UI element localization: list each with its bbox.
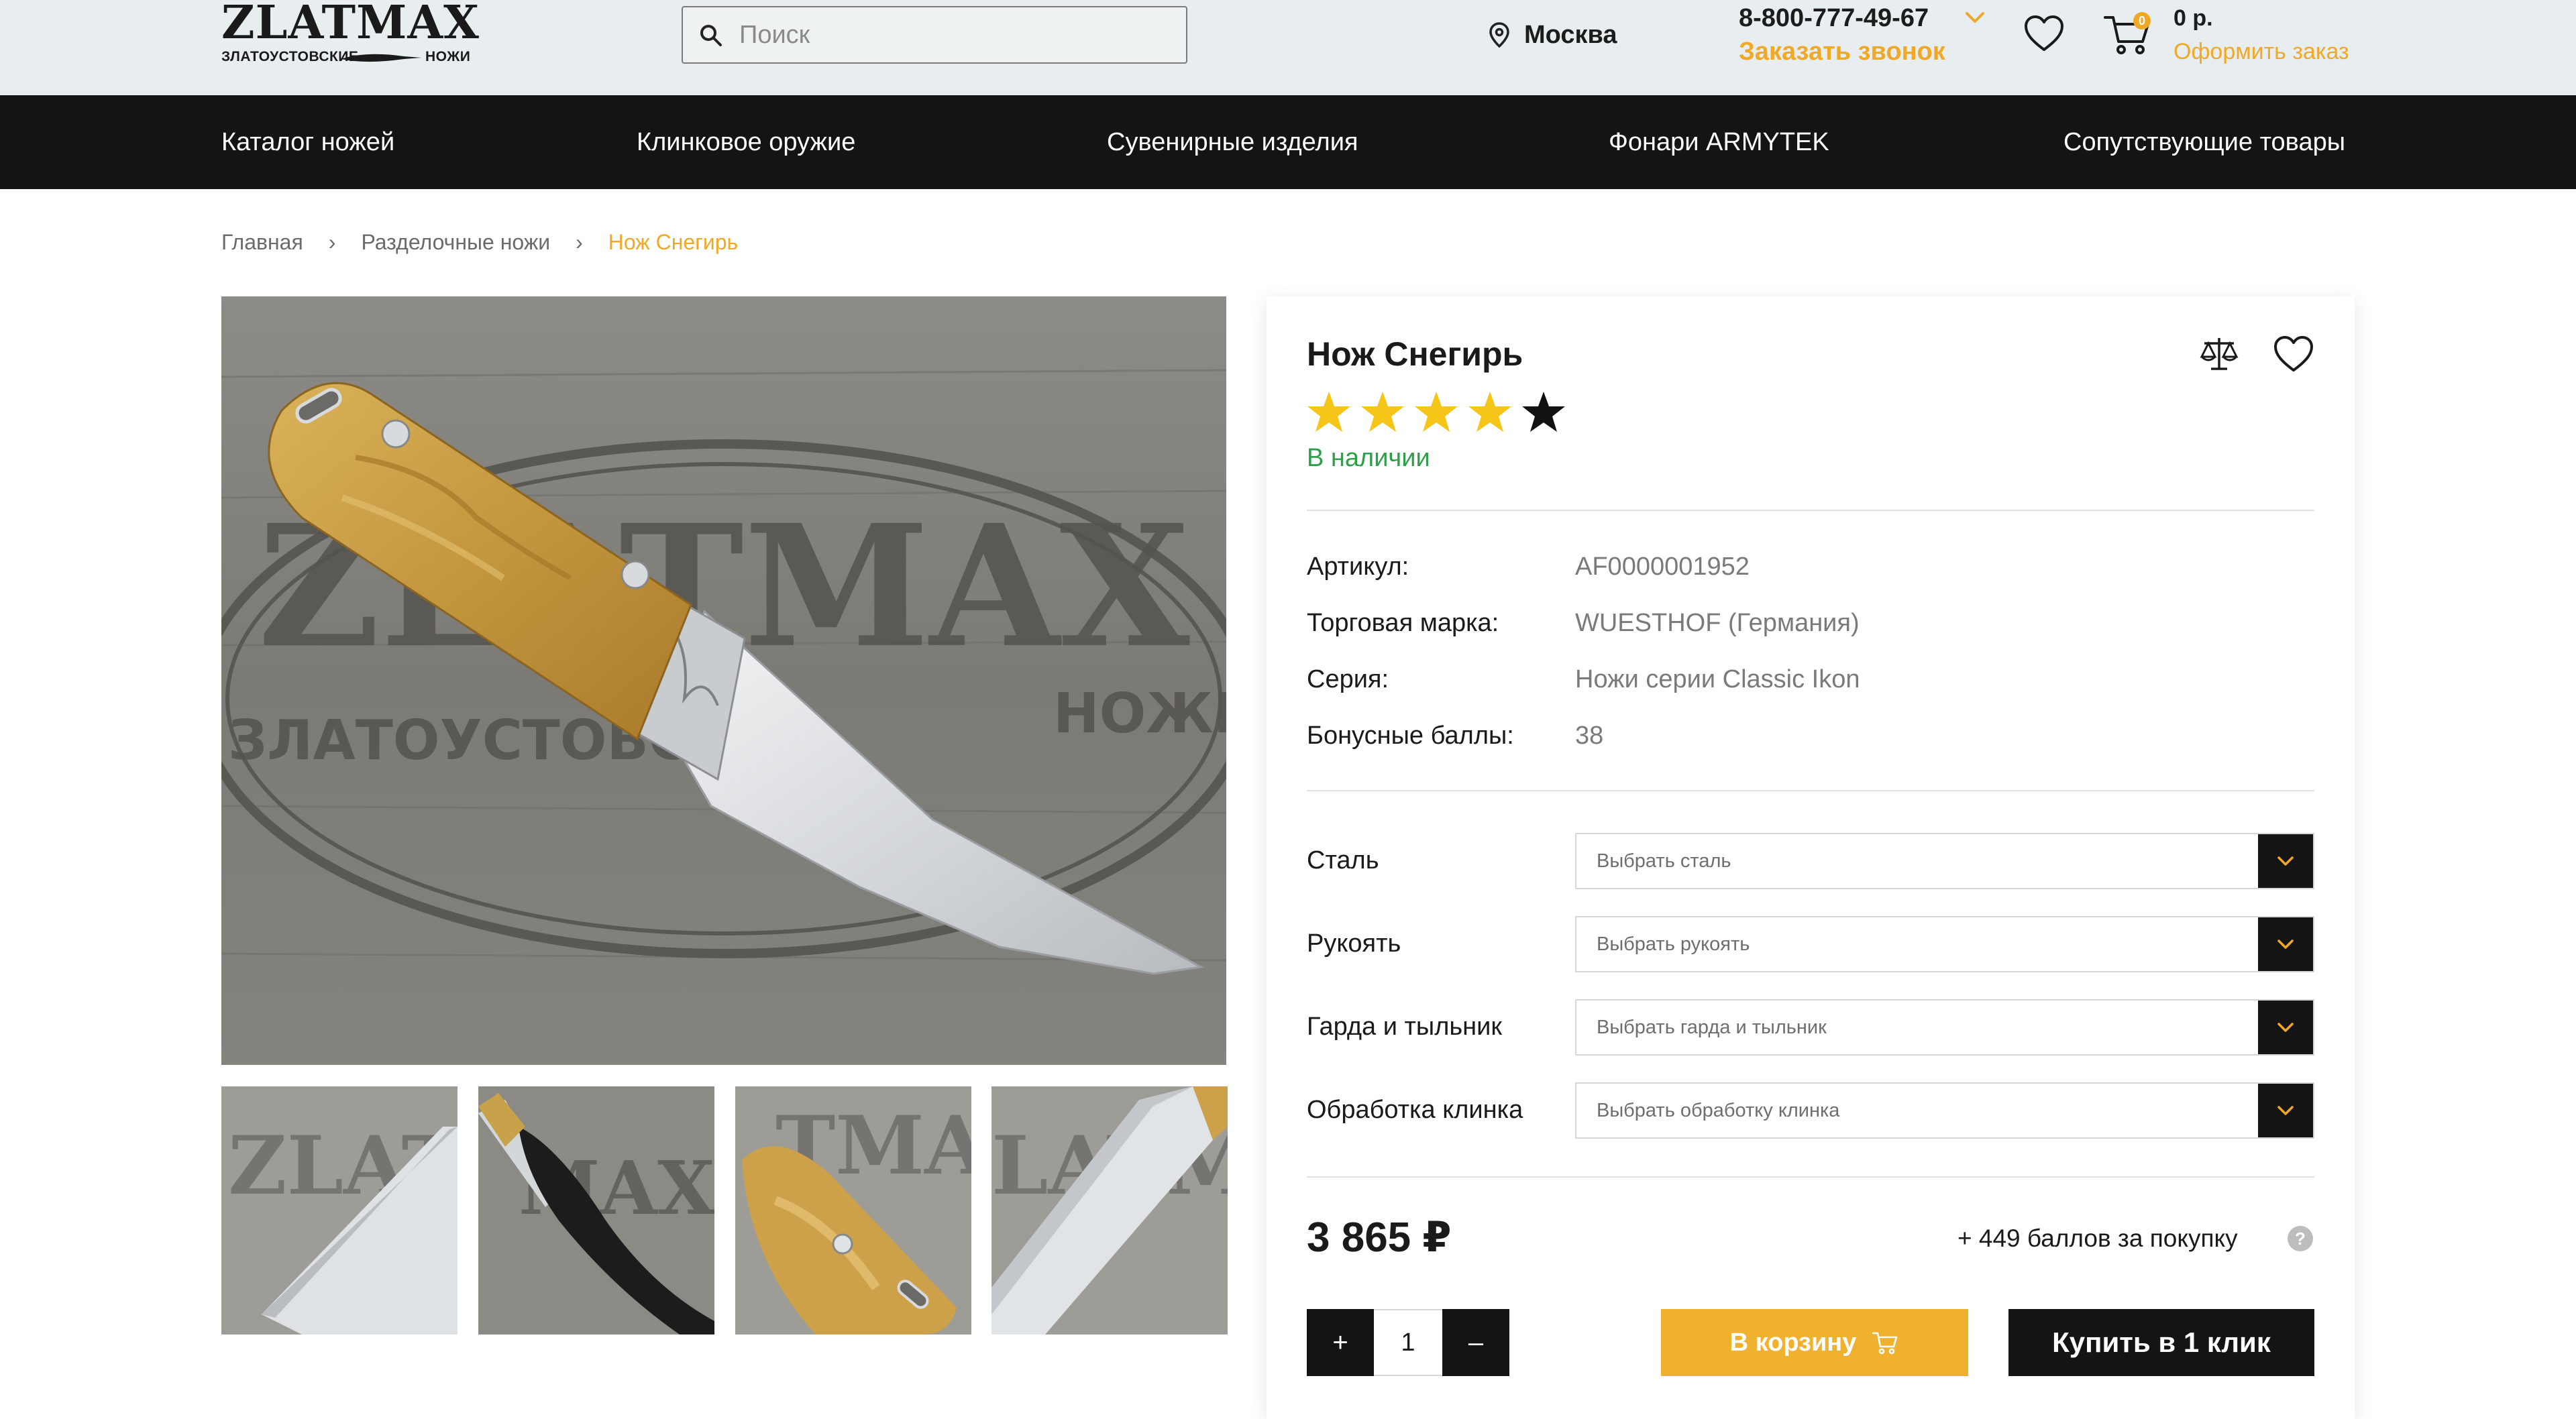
gallery-thumbnail-4[interactable]: LATM bbox=[991, 1086, 1228, 1335]
nav-item-bladed-weapons[interactable]: Клинковое оружие bbox=[637, 95, 855, 189]
gallery-thumbnail-3[interactable]: TMA bbox=[735, 1086, 971, 1335]
product-title: Нож Снегирь bbox=[1307, 335, 1523, 373]
chevron-down-icon bbox=[2277, 1023, 2294, 1032]
handle-select[interactable]: Выбрать рукоять bbox=[1575, 916, 2314, 972]
breadcrumb-current: Нож Снегирь bbox=[608, 229, 739, 254]
spec-value-sku: AF0000001952 bbox=[1575, 553, 1750, 581]
cart-count-badge: 0 bbox=[2133, 12, 2151, 30]
spec-value-brand[interactable]: WUESTHOF (Германия) bbox=[1575, 606, 1860, 640]
spec-label-sku: Артикул: bbox=[1307, 553, 1409, 581]
logo-subtitle-right: НОЖИ bbox=[425, 49, 471, 64]
spec-label-series: Серия: bbox=[1307, 665, 1389, 693]
product-main-image[interactable]: ZLATMAX ЗЛАТОУСТОВСКИЕ НОЖИ bbox=[221, 296, 1226, 1065]
quantity-input[interactable] bbox=[1374, 1309, 1442, 1376]
quantity-stepper: + – bbox=[1307, 1309, 1509, 1376]
handle-closeup-thumbnail: TMA bbox=[735, 1086, 971, 1335]
handle-select-placeholder: Выбрать рукоять bbox=[1597, 933, 1750, 955]
option-label-blade-finish: Обработка клинка bbox=[1307, 1096, 1523, 1124]
phone-number[interactable]: 8-800-777-49-67 bbox=[1739, 1, 1929, 35]
logo-subtitle-left: ЗЛАТОУСТОВСКИЕ bbox=[221, 49, 359, 64]
breadcrumb-separator: › bbox=[576, 229, 583, 254]
spec-label-bonus: Бонусные баллы: bbox=[1307, 722, 1514, 750]
star-filled-icon bbox=[1361, 392, 1404, 432]
city-selector[interactable]: Москва bbox=[1488, 15, 1617, 55]
guard-select-toggle[interactable] bbox=[2258, 1001, 2313, 1054]
option-label-guard: Гарда и тыльник bbox=[1307, 1013, 1503, 1041]
divider bbox=[1307, 790, 2314, 791]
main-navigation: Каталог ножей Клинковое оружие Сувенирны… bbox=[0, 95, 2576, 189]
steel-select-placeholder: Выбрать сталь bbox=[1597, 850, 1731, 872]
breadcrumb: Главная › Разделочные ножи › Нож Снегирь bbox=[221, 225, 738, 259]
steel-select-toggle[interactable] bbox=[2258, 834, 2313, 888]
option-label-steel: Сталь bbox=[1307, 846, 1379, 874]
chevron-down-icon bbox=[2277, 856, 2294, 866]
main-image-watermark-right: НОЖИ bbox=[1053, 682, 1226, 746]
spec-value-series[interactable]: Ножи серии Classic Ikon bbox=[1575, 663, 1860, 696]
star-empty-icon bbox=[1522, 392, 1565, 432]
heart-icon[interactable] bbox=[2273, 334, 2314, 374]
chevron-down-icon bbox=[2277, 1106, 2294, 1115]
gallery-thumbnail-2[interactable]: MAX bbox=[478, 1086, 714, 1335]
chevron-down-icon bbox=[2277, 940, 2294, 949]
star-filled-icon bbox=[1415, 392, 1458, 432]
logo-wordmark: ZLATMAX bbox=[221, 0, 480, 50]
gallery-thumbnail-1[interactable]: ZLAT bbox=[221, 1086, 458, 1335]
cart-sum: 0 р. bbox=[2174, 5, 2213, 31]
site-logo[interactable]: ZLATMAX ЗЛАТОУСТОВСКИЕ НОЖИ bbox=[221, 0, 479, 67]
blade-marking-thumbnail: LATM bbox=[991, 1086, 1228, 1335]
question-icon[interactable]: ? bbox=[2288, 1226, 2313, 1251]
site-header: ZLATMAX ЗЛАТОУСТОВСКИЕ НОЖИ Москва 8-800… bbox=[0, 0, 2576, 95]
divider bbox=[1307, 1176, 2314, 1178]
blade-finish-select[interactable]: Выбрать обработку клинка bbox=[1575, 1082, 2314, 1139]
search-icon[interactable] bbox=[698, 22, 724, 49]
star-filled-icon bbox=[1468, 392, 1511, 432]
spec-value-bonus: 38 bbox=[1575, 722, 1604, 750]
checkout-link[interactable]: Оформить заказ bbox=[2174, 35, 2349, 68]
bonus-points-text: + 449 баллов за покупку bbox=[1957, 1225, 2238, 1252]
breadcrumb-home[interactable]: Главная bbox=[221, 230, 303, 255]
cart-icon bbox=[1872, 1332, 1898, 1355]
divider bbox=[1307, 510, 2314, 511]
breadcrumb-category[interactable]: Разделочные ножи bbox=[361, 230, 550, 255]
nav-item-related-products[interactable]: Сопутствующие товары bbox=[2063, 95, 2345, 189]
search-input[interactable] bbox=[739, 7, 1169, 62]
nav-item-knife-catalog[interactable]: Каталог ножей bbox=[221, 95, 394, 189]
rating-stars bbox=[1305, 389, 1574, 436]
heart-icon[interactable] bbox=[2023, 13, 2065, 54]
add-to-cart-label: В корзину bbox=[1729, 1328, 1857, 1357]
nav-item-armytek-flashlights[interactable]: Фонари ARMYTEK bbox=[1609, 95, 1829, 189]
quantity-increase-button[interactable]: + bbox=[1307, 1309, 1374, 1376]
product-price: 3 865 ₽ bbox=[1307, 1214, 1452, 1261]
knife-photo: ZLATMAX ЗЛАТОУСТОВСКИЕ НОЖИ bbox=[221, 296, 1226, 1065]
buy-one-click-button[interactable]: Купить в 1 клик bbox=[2008, 1309, 2314, 1376]
steel-select[interactable]: Выбрать сталь bbox=[1575, 833, 2314, 889]
knife-in-sheath-thumbnail: MAX bbox=[478, 1086, 714, 1335]
product-card: Нож Снегирь В наличии Артикул: AF0000001… bbox=[1267, 296, 2355, 1419]
logo-blade-icon bbox=[341, 54, 421, 62]
quantity-decrease-button[interactable]: – bbox=[1442, 1309, 1509, 1376]
blade-finish-select-toggle[interactable] bbox=[2258, 1084, 2313, 1137]
location-pin-icon bbox=[1489, 22, 1509, 48]
chevron-down-icon[interactable] bbox=[1963, 5, 1987, 30]
star-filled-icon bbox=[1307, 392, 1350, 432]
blade-closeup-thumbnail: ZLAT bbox=[221, 1086, 458, 1335]
callback-link[interactable]: Заказать звонок bbox=[1739, 35, 1945, 68]
scales-icon[interactable] bbox=[2199, 334, 2239, 374]
breadcrumb-separator: › bbox=[328, 229, 336, 254]
spec-label-brand: Торговая марка: bbox=[1307, 609, 1499, 637]
city-label: Москва bbox=[1524, 20, 1617, 49]
handle-select-toggle[interactable] bbox=[2258, 917, 2313, 971]
option-label-handle: Рукоять bbox=[1307, 929, 1401, 958]
guard-select[interactable]: Выбрать гарда и тыльник bbox=[1575, 999, 2314, 1056]
blade-finish-select-placeholder: Выбрать обработку клинка bbox=[1597, 1100, 1840, 1121]
search-box bbox=[682, 6, 1187, 64]
availability-status: В наличии bbox=[1307, 444, 1430, 472]
guard-select-placeholder: Выбрать гарда и тыльник bbox=[1597, 1017, 1827, 1038]
add-to-cart-button[interactable]: В корзину bbox=[1661, 1309, 1968, 1376]
nav-item-souvenirs[interactable]: Сувенирные изделия bbox=[1107, 95, 1358, 189]
